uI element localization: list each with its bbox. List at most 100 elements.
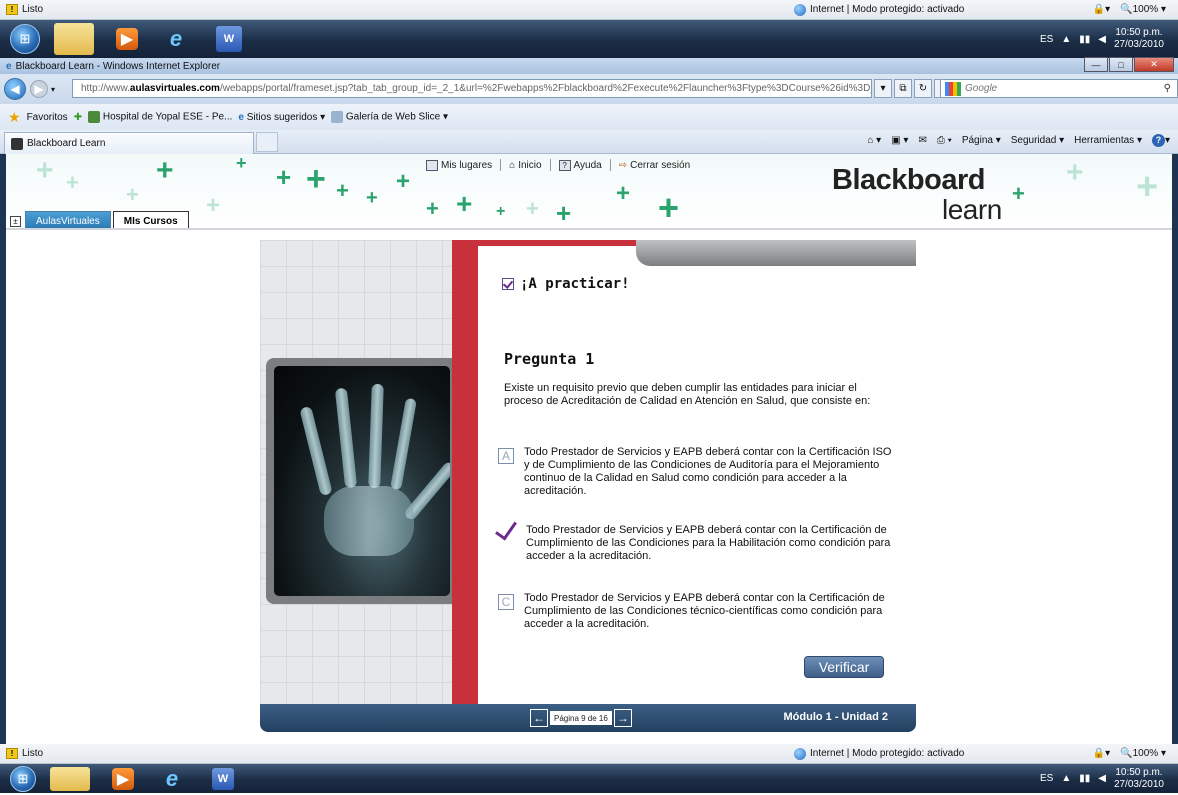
decor-plus: + — [66, 170, 79, 195]
blackboard-logo: Blackboard — [832, 164, 985, 196]
question-title: Pregunta 1 — [504, 350, 595, 368]
favorites-star-icon[interactable]: ★ — [8, 109, 21, 126]
word-icon[interactable]: W — [212, 767, 234, 790]
fav-item-sitios[interactable]: e Sitios sugeridos ▾ — [238, 112, 325, 123]
status-text: Listo — [22, 748, 44, 759]
internet-zone-icon — [794, 747, 806, 760]
decor-plus: + — [616, 180, 631, 207]
feeds-icon[interactable]: ▣ ▾ — [891, 135, 908, 146]
logout-icon: ⇨ — [618, 159, 628, 171]
fav-item-galeria[interactable]: Galería de Web Slice ▾ — [331, 111, 448, 123]
status-bar-top: ! Listo Internet | Modo protegido: activa… — [0, 0, 1178, 20]
status-bar-bottom: ! Listo Internet | Modo protegido: activa… — [0, 744, 1178, 764]
forward-button[interactable]: ▶ — [30, 80, 48, 98]
media-player-icon[interactable]: ▶ — [112, 767, 134, 790]
inicio-link[interactable]: ⌂ Inicio — [509, 160, 541, 171]
zoom-level[interactable]: 🔍100% ▾ — [1120, 4, 1166, 15]
favorites-bar: ★ Favoritos ✚ Hospital de Yopal ESE - Pe… — [0, 104, 1178, 130]
address-dropdown-icon[interactable]: ▾ — [874, 79, 892, 98]
cerrar-sesion-link[interactable]: ⇨ Cerrar sesión — [619, 160, 690, 171]
volume-icon[interactable]: ◀ — [1098, 34, 1106, 45]
network-icon[interactable]: ▮▮ — [1079, 773, 1090, 784]
network-icon[interactable]: ▮▮ — [1079, 34, 1090, 45]
address-bar[interactable]: http://www. aulasvirtuales.com/webapps/po… — [72, 79, 872, 98]
home-icon[interactable]: ⌂ ▾ — [867, 135, 881, 146]
add-favorite-icon[interactable]: ✚ — [74, 112, 82, 123]
tab-blackboard[interactable]: Blackboard Learn — [4, 132, 254, 154]
tray-arrow-icon[interactable]: ▲ — [1061, 34, 1071, 45]
language-indicator[interactable]: ES — [1040, 34, 1053, 45]
refresh-icon[interactable]: ↻ — [914, 79, 932, 98]
option-b[interactable]: Todo Prestador de Servicios y EAPB deber… — [498, 524, 898, 563]
lock-icon[interactable]: 🔒▾ — [1093, 4, 1110, 15]
tab-bar: Blackboard Learn ⌂ ▾ ▣ ▾ ✉ ⎙ ▾ Página ▾ … — [0, 130, 1178, 154]
clock[interactable]: 10:50 p.m. 27/03/2010 — [1114, 27, 1164, 51]
zoom-level[interactable]: 🔍100% ▾ — [1120, 748, 1166, 759]
page-menu[interactable]: Página ▾ — [962, 135, 1001, 146]
decor-plus: + — [456, 188, 473, 219]
site-icon — [88, 111, 101, 123]
media-player-icon[interactable]: ▶ — [116, 28, 138, 50]
frame-border-right — [1172, 154, 1178, 744]
decor-plus: + — [366, 187, 378, 209]
new-tab-button[interactable] — [256, 132, 278, 152]
explorer-icon[interactable] — [54, 23, 94, 55]
search-input[interactable]: Google ⚲ — [940, 79, 1178, 98]
fav-item-hospital[interactable]: Hospital de Yopal ESE - Pe... — [88, 111, 232, 123]
internet-explorer-icon[interactable]: e — [152, 763, 192, 795]
tab-mis-cursos[interactable]: MIs Cursos — [112, 211, 189, 228]
language-indicator[interactable]: ES — [1040, 773, 1053, 784]
zone-text: Internet | Modo protegido: activado — [810, 748, 965, 759]
tab-aulasvirtuales[interactable]: AulasVirtuales — [25, 211, 111, 228]
ie-icon: e — [6, 60, 12, 72]
decor-plus: + — [556, 198, 572, 228]
volume-icon[interactable]: ◀ — [1098, 773, 1106, 784]
next-page-button[interactable]: → — [613, 709, 632, 727]
ayuda-link[interactable]: ? Ayuda — [558, 159, 602, 171]
checkbox-icon — [502, 278, 514, 290]
decor-plus: + — [336, 178, 349, 203]
decor-plus: + — [1136, 166, 1159, 208]
option-a[interactable]: A Todo Prestador de Servicios y EAPB deb… — [498, 446, 898, 498]
pager: ← Página 9 de 16 → — [530, 709, 632, 727]
search-icon[interactable]: ⚲ — [1164, 83, 1171, 94]
navigation-bar: ◀ ▶ ▾ http://www. aulasvirtuales.com/weba… — [0, 74, 1178, 104]
internet-zone-icon — [794, 3, 806, 16]
url-prefix: http://www. — [81, 83, 130, 94]
lock-icon[interactable]: 🔒▾ — [1093, 748, 1110, 759]
close-button[interactable]: ✕ — [1134, 57, 1174, 72]
mis-lugares-link[interactable]: Mis lugares — [426, 159, 492, 171]
help-icon[interactable]: ? ▾ — [1151, 134, 1170, 147]
decor-plus: + — [156, 154, 174, 187]
start-button[interactable]: ⊞ — [10, 765, 36, 792]
lesson-player: ¡A practicar! Pregunta 1 Existe un requi… — [260, 240, 916, 732]
internet-explorer-icon[interactable]: e — [156, 23, 196, 55]
prev-page-button[interactable]: ← — [530, 709, 548, 727]
history-dropdown-icon[interactable]: ▾ — [51, 85, 55, 94]
back-button[interactable]: ◀ — [4, 78, 26, 100]
tray-arrow-icon[interactable]: ▲ — [1061, 773, 1071, 784]
clock[interactable]: 10:50 p.m. 27/03/2010 — [1114, 767, 1164, 791]
favorites-button[interactable]: Favoritos — [27, 112, 68, 123]
tools-menu[interactable]: Herramientas ▾ — [1074, 135, 1142, 146]
blackboard-header: + + + + + + + + + + + + + + + + + + + + … — [6, 154, 1172, 230]
taskbar-top: ⊞ ▶ e W ES ▲ ▮▮ ◀ 10:50 p.m. 27/03/2010 — [0, 20, 1178, 58]
verify-button[interactable]: Verificar — [804, 656, 884, 678]
warning-icon: ! — [6, 748, 18, 759]
taskbar-bottom: ⊞ ▶ e W ES ▲ ▮▮ ◀ 10:50 p.m. 27/03/2010 — [0, 764, 1178, 793]
security-menu[interactable]: Seguridad ▾ — [1011, 135, 1064, 146]
red-top-strip — [478, 240, 658, 246]
option-c[interactable]: C Todo Prestador de Servicios y EAPB deb… — [498, 592, 898, 631]
start-button[interactable]: ⊞ — [10, 24, 40, 54]
print-icon[interactable]: ⎙ ▾ — [937, 135, 952, 146]
minimize-button[interactable]: — — [1084, 57, 1108, 72]
compat-view-icon[interactable]: ⧉ — [894, 79, 912, 98]
decor-plus: + — [306, 160, 326, 198]
maximize-button[interactable]: □ — [1109, 57, 1133, 72]
collapse-icon[interactable]: ± — [10, 216, 21, 227]
option-text: Todo Prestador de Servicios y EAPB deber… — [524, 592, 885, 630]
word-icon[interactable]: W — [216, 26, 242, 52]
warning-icon: ! — [6, 4, 18, 15]
explorer-icon[interactable] — [50, 766, 90, 791]
mail-icon[interactable]: ✉ — [918, 135, 926, 146]
